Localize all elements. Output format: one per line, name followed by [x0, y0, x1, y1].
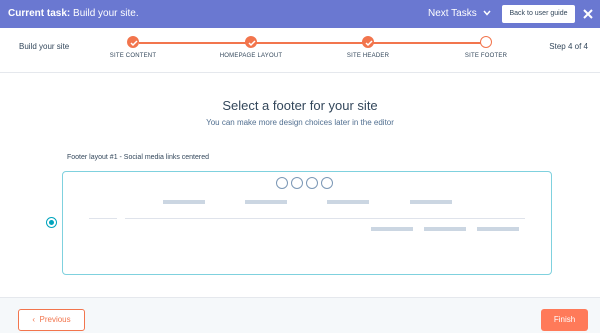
previous-button-label: Previous — [39, 315, 71, 324]
back-to-user-guide-button[interactable]: Back to user guide — [502, 5, 575, 23]
step-site-footer-label: SITE FOOTER — [464, 53, 508, 59]
legal-link-placeholder — [371, 227, 413, 231]
current-task: Current task: Build your site. — [8, 0, 139, 28]
progress-track — [139, 42, 483, 44]
footer-layout-preview[interactable] — [62, 171, 552, 275]
nav-link-placeholder — [245, 200, 287, 204]
previous-button[interactable]: ‹ Previous — [18, 309, 85, 331]
nav-link-placeholder — [410, 200, 452, 204]
task-bar: Current task: Build your site. Next Task… — [0, 0, 600, 28]
step-site-header-marker[interactable] — [362, 36, 374, 48]
legal-link-placeholder — [424, 227, 466, 231]
step-site-content-marker[interactable] — [127, 36, 139, 48]
next-tasks-label: Next Tasks — [428, 8, 477, 19]
social-circle-icon — [321, 177, 333, 189]
progress-title: Build your site — [19, 42, 70, 51]
page-title: Select a footer for your site — [222, 98, 378, 113]
footer-layout-radio[interactable] — [46, 217, 57, 228]
footer-divider — [125, 218, 525, 219]
check-icon — [365, 40, 373, 47]
current-task-name: Build your site. — [73, 8, 139, 19]
check-icon — [130, 40, 138, 47]
finish-button[interactable]: Finish — [541, 309, 588, 331]
chevron-down-icon — [482, 10, 491, 17]
bottom-bar: ‹ Previous Finish — [0, 297, 600, 333]
progress-header: Build your site SITE CONTENT HOMEPAGE LA… — [0, 28, 600, 73]
step-site-footer-marker — [480, 36, 492, 48]
close-icon[interactable] — [582, 7, 594, 21]
chevron-left-icon: ‹ — [32, 315, 36, 324]
next-tasks-dropdown[interactable]: Next Tasks — [428, 0, 491, 28]
nav-link-placeholder — [163, 200, 205, 204]
step-homepage-layout-label: HOMEPAGE LAYOUT — [219, 53, 283, 59]
social-circle-icon — [291, 177, 303, 189]
current-task-prefix: Current task: — [8, 8, 71, 19]
nav-link-placeholder — [327, 200, 369, 204]
radio-selected-dot — [49, 220, 54, 225]
check-icon — [248, 40, 256, 47]
legal-link-placeholder — [477, 227, 519, 231]
social-circle-icon — [276, 177, 288, 189]
step-homepage-layout-marker[interactable] — [245, 36, 257, 48]
step-indicator: Step 4 of 4 — [549, 42, 588, 51]
footer-layout-caption: Footer layout #1 - Social media links ce… — [67, 154, 210, 161]
step-site-content-label: SITE CONTENT — [109, 53, 157, 59]
main-content: Select a footer for your site You can ma… — [0, 73, 600, 297]
footer-divider — [89, 218, 117, 219]
page-subtitle: You can make more design choices later i… — [206, 118, 394, 127]
step-site-header-label: SITE HEADER — [346, 53, 390, 59]
social-circle-icon — [306, 177, 318, 189]
